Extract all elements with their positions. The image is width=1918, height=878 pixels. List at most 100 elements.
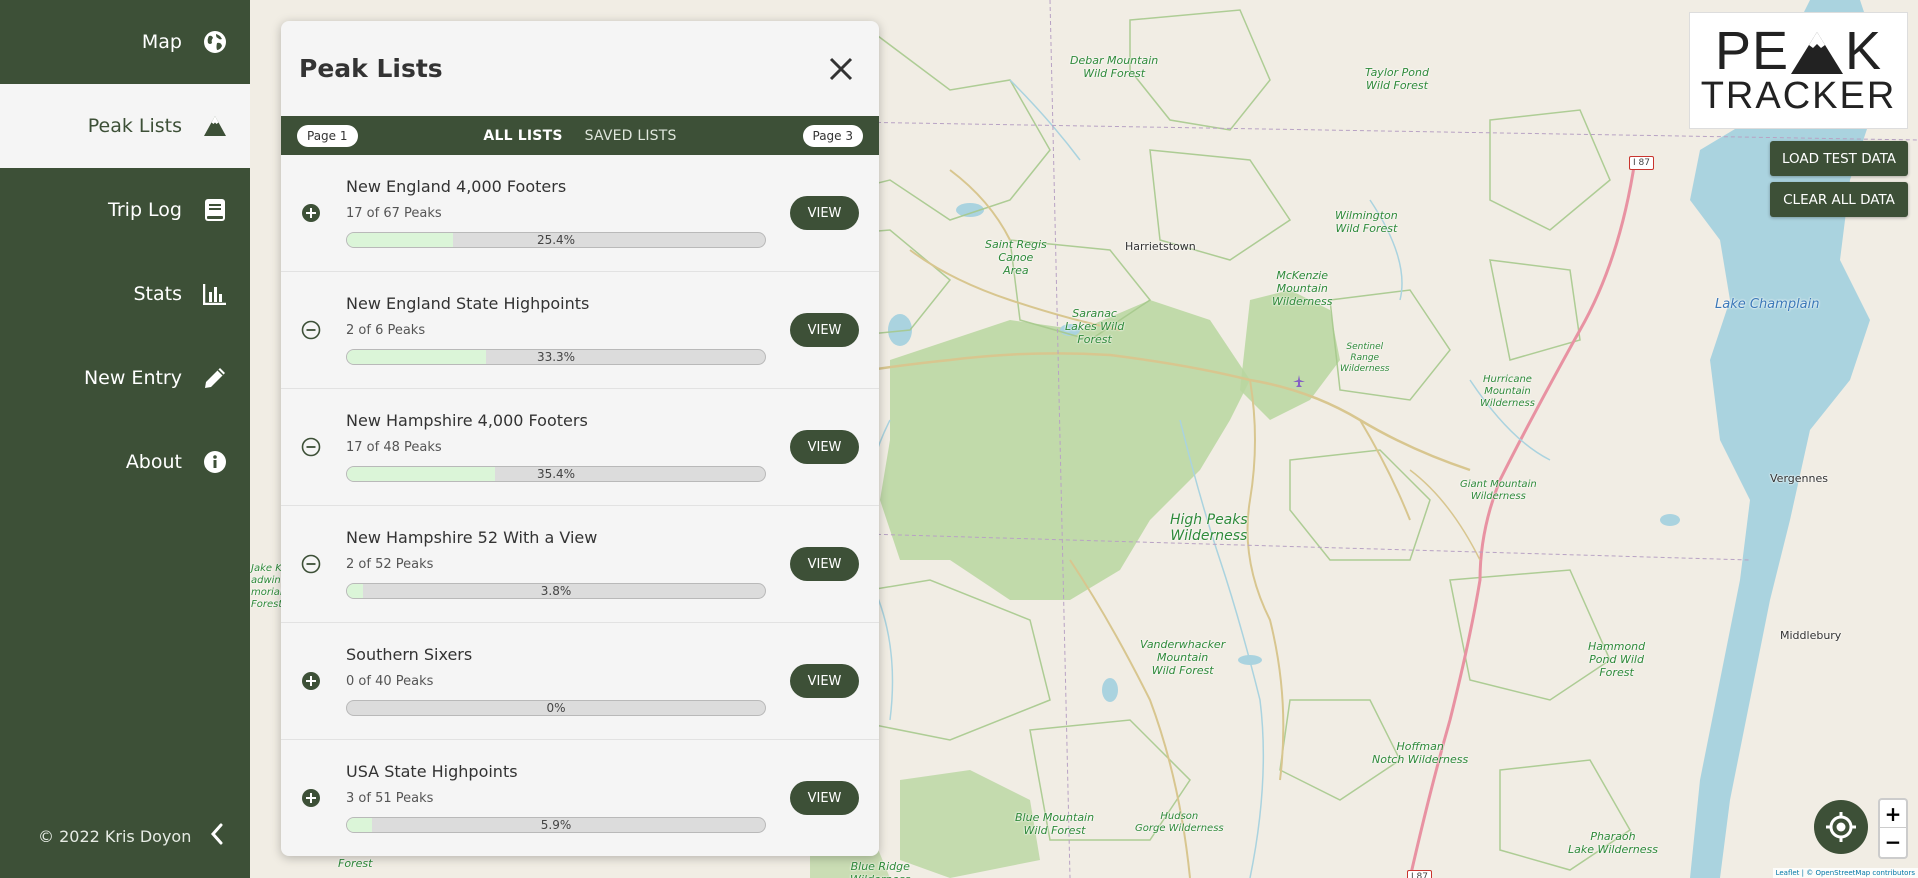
list-name: Southern Sixers: [346, 645, 473, 664]
list-count: 17 of 48 Peaks: [346, 440, 442, 455]
sidebar-item-stats[interactable]: Stats: [0, 252, 250, 336]
progress-percent: 5.9%: [540, 818, 572, 832]
map-label: Forest: [338, 857, 373, 870]
close-icon[interactable]: [825, 53, 857, 85]
list-count: 17 of 67 Peaks: [346, 206, 442, 221]
progress-percent: 33.3%: [536, 350, 576, 364]
info-icon: [202, 449, 228, 475]
sidebar-footer: © 2022 Kris Doyon: [0, 794, 250, 878]
map-label: Debar Mountain Wild Forest: [1070, 54, 1159, 80]
list-name: New Hampshire 4,000 Footers: [346, 411, 588, 430]
map-label: Lake Champlain: [1715, 297, 1820, 312]
list-item: New England State Highpoints 2 of 6 Peak…: [281, 272, 879, 389]
map-label: Jake K adwin morial Forest: [251, 563, 283, 610]
view-button[interactable]: VIEW: [790, 313, 859, 347]
copyright-text: © 2022 Kris Doyon: [38, 826, 192, 846]
sidebar-item-about[interactable]: About: [0, 420, 250, 504]
zoom-out-button[interactable]: −: [1880, 828, 1906, 856]
map-label: Taylor Pond Wild Forest: [1365, 66, 1429, 92]
progress-bar: 33.3%: [346, 349, 766, 365]
sidebar-item-map[interactable]: Map: [0, 0, 250, 84]
map-label: Giant Mountain Wilderness: [1460, 479, 1537, 502]
list-item: USA State Highpoints 3 of 51 Peaks 5.9% …: [281, 740, 879, 856]
view-button[interactable]: VIEW: [790, 781, 859, 815]
list-count: 2 of 6 Peaks: [346, 323, 426, 338]
sidebar-item-label: Stats: [133, 283, 182, 305]
list-name: New England State Highpoints: [346, 294, 590, 313]
map-label: High Peaks Wilderness: [1170, 512, 1248, 544]
map-label: Saint Regis Canoe Area: [985, 238, 1047, 277]
chart-icon: [202, 281, 228, 307]
mountain-icon: [1791, 31, 1843, 74]
remove-list-icon[interactable]: [301, 437, 321, 457]
list-item: New England 4,000 Footers 17 of 67 Peaks…: [281, 155, 879, 272]
map-label: Hudson Gorge Wilderness: [1135, 811, 1224, 834]
sidebar-item-new-entry[interactable]: New Entry: [0, 336, 250, 420]
crosshair-icon: [1826, 812, 1856, 842]
panel-header: Peak Lists: [281, 21, 879, 116]
remove-list-icon[interactable]: [301, 554, 321, 574]
page-first-button[interactable]: Page 1: [297, 124, 358, 147]
progress-bar: 5.9%: [346, 817, 766, 833]
map-label: Hammond Pond Wild Forest: [1588, 640, 1646, 679]
progress-bar: 3.8%: [346, 583, 766, 599]
highway-shield: I 87: [1629, 156, 1654, 170]
view-button[interactable]: VIEW: [790, 547, 859, 581]
highway-shield: I 87: [1407, 870, 1432, 878]
map-label: Blue Mountain Wild Forest: [1015, 811, 1095, 837]
chevron-left-icon[interactable]: [210, 823, 224, 849]
sidebar-item-label: Trip Log: [108, 199, 182, 221]
sidebar-item-label: Peak Lists: [87, 115, 182, 137]
add-list-icon[interactable]: [301, 788, 321, 808]
progress-bar: 25.4%: [346, 232, 766, 248]
add-list-icon[interactable]: [301, 671, 321, 691]
sidebar: Map Peak Lists Trip Log Stats New Entry …: [0, 0, 250, 878]
progress-percent: 0%: [546, 701, 566, 715]
list-item: New Hampshire 52 With a View 2 of 52 Pea…: [281, 506, 879, 623]
map-label: Pharaoh Lake Wilderness: [1568, 830, 1658, 856]
airport-icon: [1293, 375, 1305, 387]
locate-button[interactable]: [1814, 800, 1868, 854]
pencil-icon: [202, 365, 228, 391]
view-button[interactable]: VIEW: [790, 430, 859, 464]
progress-percent: 3.8%: [540, 584, 572, 598]
view-button[interactable]: VIEW: [790, 664, 859, 698]
map-label: Hoffman Notch Wilderness: [1372, 740, 1469, 766]
remove-list-icon[interactable]: [301, 320, 321, 340]
map-label: Harrietstown: [1125, 240, 1196, 253]
map-label: McKenzie Mountain Wilderness: [1272, 269, 1333, 308]
list-item: New Hampshire 4,000 Footers 17 of 48 Pea…: [281, 389, 879, 506]
map-label: Middlebury: [1780, 629, 1842, 642]
list-count: 3 of 51 Peaks: [346, 791, 434, 806]
progress-bar: 35.4%: [346, 466, 766, 482]
list-name: USA State Highpoints: [346, 762, 518, 781]
zoom-in-button[interactable]: +: [1880, 800, 1906, 828]
progress-percent: 35.4%: [536, 467, 576, 481]
map-attribution[interactable]: Leaflet | © OpenStreetMap contributors: [1772, 868, 1918, 878]
sidebar-item-trip-log[interactable]: Trip Log: [0, 168, 250, 252]
list-count: 0 of 40 Peaks: [346, 674, 434, 689]
add-list-icon[interactable]: [301, 203, 321, 223]
clear-all-data-button[interactable]: CLEAR ALL DATA: [1770, 182, 1908, 217]
globe-icon: [202, 29, 228, 55]
map-label: Vergennes: [1770, 472, 1828, 485]
sidebar-item-peak-lists[interactable]: Peak Lists: [0, 84, 250, 168]
load-test-data-button[interactable]: LOAD TEST DATA: [1770, 141, 1908, 176]
sidebar-item-label: Map: [141, 31, 182, 53]
map-label: Blue Ridge Wilderness: [850, 860, 910, 878]
progress-percent: 25.4%: [536, 233, 576, 247]
zoom-control: + −: [1878, 798, 1908, 859]
page-last-button[interactable]: Page 3: [802, 124, 863, 147]
list-item: Southern Sixers 0 of 40 Peaks 0% VIEW: [281, 623, 879, 740]
tab-saved-lists[interactable]: SAVED LISTS: [585, 128, 677, 144]
map-label: Sentinel Range Wilderness: [1340, 342, 1390, 374]
sidebar-item-label: New Entry: [83, 367, 182, 389]
view-button[interactable]: VIEW: [790, 196, 859, 230]
peak-tracker-logo: PE K TRACKER: [1689, 12, 1908, 129]
list-tabs: ALL LISTS SAVED LISTS: [483, 128, 676, 144]
peak-list-items: New England 4,000 Footers 17 of 67 Peaks…: [281, 155, 879, 856]
panel-title: Peak Lists: [299, 54, 443, 83]
tab-all-lists[interactable]: ALL LISTS: [483, 128, 562, 144]
list-tabs-bar: Page 1 ALL LISTS SAVED LISTS Page 3: [281, 116, 879, 155]
map-label: Saranac Lakes Wild Forest: [1065, 307, 1125, 346]
